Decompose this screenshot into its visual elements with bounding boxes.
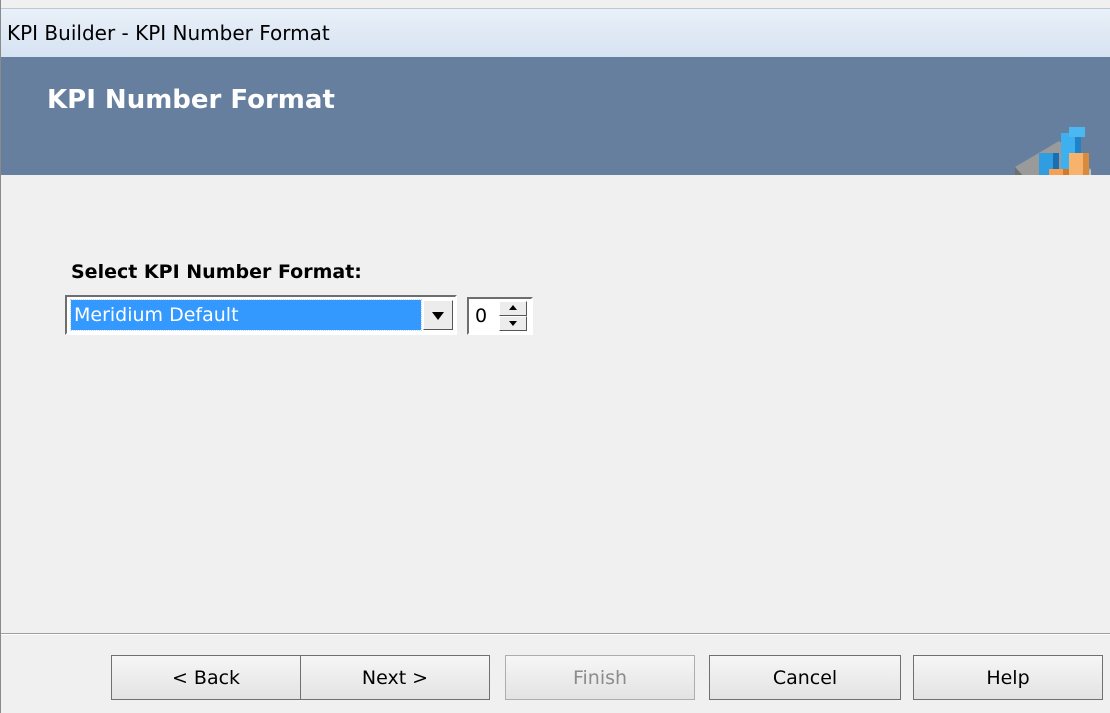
decimal-places-spinner[interactable]: 0	[467, 297, 533, 335]
spinner-buttons	[499, 301, 529, 331]
spinner-down-icon[interactable]	[499, 316, 527, 331]
page-title: KPI Number Format	[47, 85, 335, 115]
select-format-label: Select KPI Number Format:	[71, 261, 362, 283]
dropdown-arrow-icon[interactable]	[423, 300, 453, 330]
wizard-content: Select KPI Number Format: Meridium Defau…	[1, 175, 1110, 633]
decimal-places-value[interactable]: 0	[475, 303, 487, 329]
window-title: KPI Builder - KPI Number Format	[7, 21, 330, 45]
kpi-builder-window: KPI Builder - KPI Number Format KPI Numb…	[0, 0, 1110, 713]
finish-button[interactable]: Finish	[505, 655, 695, 700]
next-button[interactable]: Next >	[300, 655, 490, 700]
cancel-button[interactable]: Cancel	[709, 655, 901, 700]
spinner-up-icon[interactable]	[499, 301, 527, 316]
wizard-header: KPI Number Format	[1, 57, 1110, 211]
title-bar: KPI Builder - KPI Number Format	[1, 8, 1110, 57]
wizard-footer: < Back Next > Finish Cancel Help	[1, 635, 1110, 713]
back-button[interactable]: < Back	[111, 655, 301, 700]
number-format-select[interactable]: Meridium Default	[65, 295, 457, 335]
help-button[interactable]: Help	[913, 655, 1103, 700]
number-format-selected-value[interactable]: Meridium Default	[70, 299, 422, 331]
